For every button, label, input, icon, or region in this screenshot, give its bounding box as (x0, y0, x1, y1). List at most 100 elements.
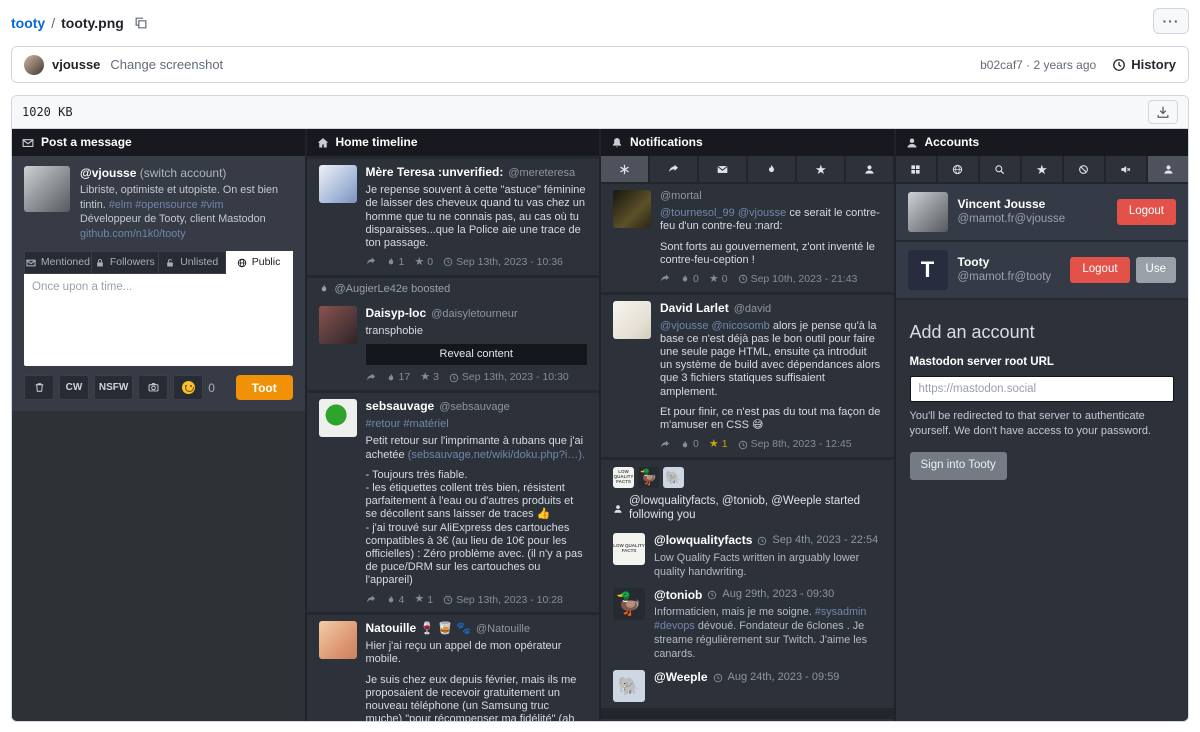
filter-replies[interactable] (650, 156, 697, 182)
history-button[interactable]: History (1112, 57, 1176, 72)
post-handle[interactable]: @Natouille (476, 623, 530, 636)
logout-button[interactable]: Logout (1117, 199, 1176, 225)
home-icon (317, 137, 329, 149)
boost-count[interactable]: 4 (386, 594, 405, 607)
avatar[interactable] (908, 192, 948, 232)
post-link[interactable]: (sebsauvage.net/wiki/doku.php?i…). (408, 449, 585, 461)
commit-sha-time[interactable]: b02caf7 · 2 years ago (980, 58, 1096, 72)
reply-button[interactable] (660, 274, 670, 284)
tab-mentioned[interactable]: Mentioned (24, 251, 92, 274)
boost-count[interactable]: 20 (387, 156, 412, 159)
avatar[interactable] (319, 621, 357, 659)
post-handle[interactable]: @mortal (660, 190, 702, 203)
post-date[interactable]: Sep 13th, 2023 - 10:37 (450, 156, 570, 159)
avatar[interactable]: LOW QUALITY FACTS (613, 467, 634, 488)
switch-account-link[interactable]: (switch account) (140, 166, 227, 180)
reply-button[interactable] (366, 257, 376, 267)
post-handle[interactable]: @daisyletourneur (431, 308, 517, 321)
post-date[interactable]: Sep 13th, 2023 - 10:30 (449, 371, 569, 384)
tab-public[interactable]: Public (226, 251, 293, 274)
reveal-content-button[interactable]: Reveal content (366, 344, 588, 365)
mention-links[interactable]: @vjousse @nicosomb (660, 320, 770, 332)
post-hashtags[interactable]: #retour #matériel (366, 418, 588, 431)
tab-mutes[interactable] (1106, 156, 1146, 182)
star-count[interactable]: ★0 (709, 273, 728, 286)
avatar[interactable]: LOW QUALITY FACTS (613, 533, 645, 565)
star-count[interactable]: ★3 (420, 371, 439, 384)
toot-textarea[interactable] (24, 274, 293, 366)
boost-count[interactable]: 17 (386, 371, 411, 384)
star-count[interactable]: ★1 (414, 594, 433, 607)
post-date[interactable]: Sep 13th, 2023 - 10:36 (443, 256, 563, 269)
boost-count[interactable]: 0 (680, 438, 699, 451)
toot-button[interactable]: Toot (236, 375, 293, 400)
post-date[interactable]: Sep 13th, 2023 - 10:28 (443, 594, 563, 607)
breadcrumb-repo-link[interactable]: tooty (11, 15, 45, 31)
copy-path-icon[interactable] (134, 16, 148, 30)
bio-link[interactable]: github.com/n1k0/tooty (80, 228, 186, 240)
attach-media-button[interactable] (138, 375, 168, 400)
tab-search[interactable] (980, 156, 1020, 182)
reply-button[interactable] (366, 373, 376, 383)
post-handle[interactable]: @sebsauvage (439, 401, 510, 414)
boosted-by-text[interactable]: @AugierLe42e boosted (335, 283, 451, 296)
filter-favourites[interactable]: ★ (797, 156, 844, 182)
commit-message[interactable]: Change screenshot (110, 57, 223, 72)
emoji-button[interactable] (173, 375, 203, 400)
delete-draft-button[interactable] (24, 375, 54, 400)
filter-all[interactable] (601, 156, 648, 182)
reply-button[interactable] (366, 595, 376, 605)
latest-commit-bar: vjousse Change screenshot b02caf7 · 2 ye… (11, 46, 1189, 83)
tab-blocks[interactable] (1064, 156, 1104, 182)
post-date[interactable]: Sep 8th, 2023 - 12:45 (738, 438, 852, 451)
avatar[interactable]: 🐘 (613, 670, 645, 702)
commit-author[interactable]: vjousse (52, 57, 100, 72)
tab-unlisted[interactable]: Unlisted (159, 251, 226, 274)
boost-count[interactable]: 0 (680, 273, 699, 286)
server-url-input[interactable] (910, 376, 1175, 402)
kebab-menu-button[interactable]: ··· (1153, 8, 1189, 34)
mail-icon (26, 258, 36, 268)
tab-accounts[interactable] (1148, 156, 1188, 182)
download-button[interactable] (1148, 100, 1178, 124)
avatar[interactable]: 🦆 (613, 588, 645, 620)
filter-boosts[interactable] (748, 156, 795, 182)
follower-handle[interactable]: @Weeple (654, 670, 708, 684)
filter-mentions[interactable] (699, 156, 746, 182)
tab-grid[interactable] (896, 156, 936, 182)
avatar[interactable]: 🦆 (638, 467, 659, 488)
bio-hashtags[interactable]: #elm #opensource #vim (109, 199, 224, 211)
use-account-button[interactable]: Use (1136, 257, 1176, 283)
star-count[interactable]: ★0 (414, 256, 433, 269)
sign-into-tooty-button[interactable]: Sign into Tooty (910, 452, 1007, 480)
commit-author-avatar[interactable] (24, 55, 44, 75)
avatar[interactable]: 🐘 (663, 467, 684, 488)
follower-handle[interactable]: @lowqualityfacts (654, 533, 752, 547)
visibility-tabs: Mentioned Followers Unlisted Public (24, 251, 293, 274)
follower-handle[interactable]: @toniob (654, 588, 702, 602)
tab-favourites[interactable]: ★ (1022, 156, 1062, 182)
avatar[interactable] (613, 190, 651, 228)
avatar[interactable] (319, 399, 357, 437)
avatar[interactable] (319, 165, 357, 203)
boost-count[interactable]: 1 (386, 256, 405, 269)
filter-follows[interactable] (846, 156, 893, 182)
tab-federated[interactable] (938, 156, 978, 182)
cw-button[interactable]: CW (59, 375, 89, 400)
reply-button[interactable] (367, 156, 377, 159)
reply-button[interactable] (660, 440, 670, 450)
post-handle[interactable]: @david (734, 303, 771, 316)
star-count[interactable]: ★1 (709, 438, 728, 451)
post-body: Je repense souvent à cette "astuce" fémi… (366, 184, 588, 250)
nsfw-button[interactable]: NSFW (94, 375, 133, 400)
star-count[interactable]: ★2 (421, 156, 440, 159)
mention-links[interactable]: @tournesol_99 @vjousse (660, 207, 786, 219)
logout-button[interactable]: Logout (1070, 257, 1129, 283)
post-date[interactable]: Sep 10th, 2023 - 21:43 (738, 273, 858, 286)
tab-followers[interactable]: Followers (92, 251, 159, 274)
avatar[interactable] (24, 166, 70, 212)
post-handle[interactable]: @mereteresa (508, 167, 575, 180)
avatar[interactable]: T (908, 250, 948, 290)
avatar[interactable] (613, 301, 651, 339)
avatar[interactable] (319, 306, 357, 344)
